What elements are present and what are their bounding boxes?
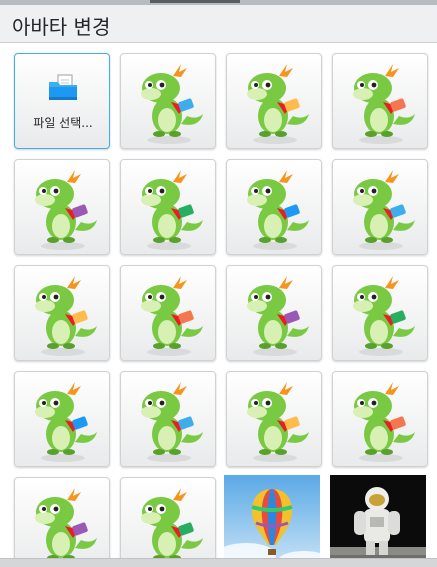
avatar-option-konqi-science[interactable] <box>332 371 428 467</box>
avatar-option-konqi-music[interactable] <box>14 371 110 467</box>
avatar-option-katie-tablet[interactable] <box>14 265 110 361</box>
avatar-option-konqi-teacher[interactable] <box>14 477 110 558</box>
avatar-option-konqi-sysadmin[interactable] <box>226 159 322 255</box>
dialog-header: 아바타 변경 <box>0 5 437 43</box>
avatar-option-konqi-business[interactable] <box>332 53 428 149</box>
avatar-option-astronaut[interactable] <box>330 475 428 558</box>
avatar-option-konqi-desk[interactable] <box>120 371 216 467</box>
avatar-option-konqi-mechanic[interactable] <box>226 265 322 361</box>
avatar-option-konqi-office[interactable] <box>226 53 322 149</box>
avatar-option-konqi-presenter[interactable] <box>120 265 216 361</box>
avatar-option-konqi-artist[interactable] <box>120 53 216 149</box>
avatar-option-konqi-reader[interactable] <box>120 159 216 255</box>
avatar-option-hot-air-balloon[interactable] <box>224 475 322 558</box>
avatar-option-konqi-photographer[interactable] <box>332 159 428 255</box>
avatar-grid: 파일 선택... <box>0 43 437 558</box>
window-top-strip-shade <box>150 0 240 3</box>
avatar-option-konqi-hardware[interactable] <box>226 371 322 467</box>
avatar-option-konqi-wave[interactable] <box>120 477 216 558</box>
dialog-title: 아바타 변경 <box>12 15 111 39</box>
choose-file-label: 파일 선택... <box>33 116 93 130</box>
avatar-option-konqi-bughunter[interactable] <box>14 159 110 255</box>
choose-file-button[interactable]: 파일 선택... <box>14 53 110 149</box>
avatar-option-konqi-dev[interactable] <box>332 265 428 361</box>
